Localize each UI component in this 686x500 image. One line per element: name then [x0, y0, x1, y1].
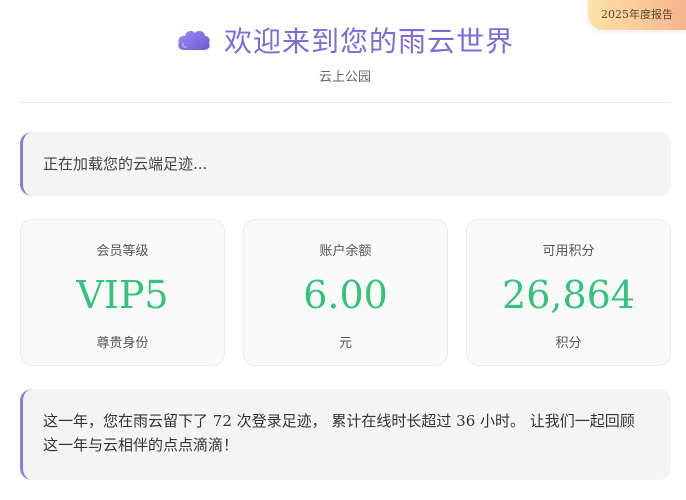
- loading-text: 正在加载您的云端足迹...: [43, 155, 208, 173]
- summary-line-2: 这一年与云相伴的点点滴滴！: [43, 436, 239, 454]
- stat-unit: 积分: [555, 336, 582, 351]
- stat-value: 6.00: [303, 273, 388, 317]
- stat-value: 26,864: [502, 273, 635, 317]
- cloud-icon: [176, 26, 212, 54]
- stat-card-balance: 账户余额 6.00 元: [243, 219, 448, 366]
- page-title: 欢迎来到您的雨云世界: [223, 25, 514, 58]
- stat-label: 账户余额: [319, 244, 372, 259]
- stat-label: 会员等级: [96, 244, 149, 259]
- page-header: 欢迎来到您的雨云世界 云上公园: [20, 0, 670, 103]
- stat-card-points: 可用积分 26,864 积分: [466, 219, 671, 366]
- title-row: 欢迎来到您的雨云世界: [20, 18, 670, 62]
- stat-value: VIP5: [76, 273, 169, 317]
- stat-unit: 元: [338, 336, 352, 351]
- summary-line-1: 这一年，您在雨云留下了 72 次登录足迹， 累计在线时长超过 36 小时。 让我…: [43, 412, 635, 430]
- loading-card: 正在加载您的云端足迹...: [20, 132, 671, 196]
- summary-text: 这一年，您在雨云留下了 72 次登录足迹， 累计在线时长超过 36 小时。 让我…: [43, 409, 653, 457]
- page-subtitle: 云上公园: [318, 70, 371, 85]
- stat-card-member-level: 会员等级 VIP5 尊贵身份: [20, 219, 225, 366]
- stat-unit: 尊贵身份: [96, 336, 149, 351]
- stat-label: 可用积分: [542, 244, 595, 259]
- summary-card: 这一年，您在雨云留下了 72 次登录足迹， 累计在线时长超过 36 小时。 让我…: [20, 389, 671, 480]
